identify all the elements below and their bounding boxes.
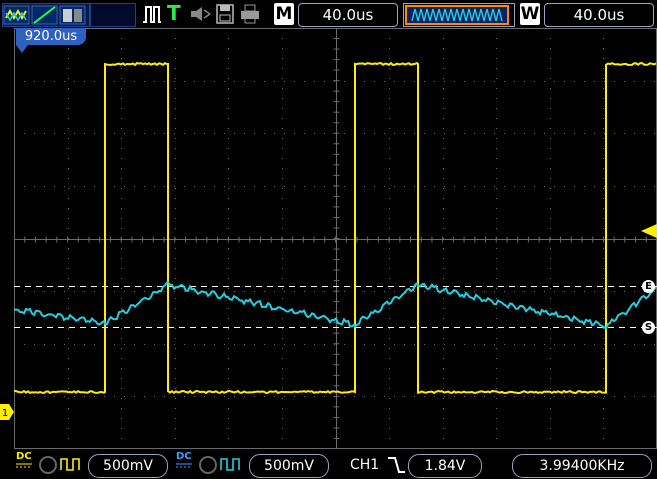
save-icon[interactable]	[216, 4, 234, 24]
ch1-invert-icon[interactable]	[60, 456, 82, 472]
trigger-delay-readout: 920.0us	[16, 28, 86, 45]
horizontal-main-value[interactable]: 40.0us	[298, 3, 398, 27]
trigger-position-pointer-icon	[16, 45, 28, 53]
ch2-coupling-underline-icon	[176, 463, 192, 468]
ch1-marker-label: 1	[2, 408, 8, 419]
trigger-status-label: T	[167, 1, 181, 25]
frequency-counter: 3.99400KHz	[512, 454, 652, 478]
display-mode-icons	[3, 5, 86, 25]
ch2-bandwidth-icon[interactable]	[198, 455, 218, 475]
s-marker[interactable]: S	[642, 321, 655, 334]
menu-blank-box[interactable]	[90, 3, 136, 27]
window-badge: W	[520, 3, 540, 25]
waveform-display[interactable]	[13, 27, 657, 450]
trigger-level-arrow-icon[interactable]	[641, 224, 657, 238]
horizontal-main-badge: M	[274, 3, 294, 25]
ch2-scale[interactable]: 500mV	[249, 454, 329, 478]
ch2-trace	[13, 280, 657, 330]
graticule	[13, 27, 657, 450]
ch2-invert-icon[interactable]	[220, 456, 242, 472]
memory-window-overview[interactable]	[403, 3, 515, 27]
ch1-coupling-underline-icon	[16, 463, 32, 468]
ch1-scale[interactable]: 500mV	[88, 454, 168, 478]
ch1-bandwidth-icon[interactable]	[38, 455, 58, 475]
print-icon[interactable]	[240, 4, 260, 24]
e-marker[interactable]: E	[642, 280, 655, 293]
ch1-coupling-label: DC	[16, 451, 32, 462]
memory-window-icon	[405, 5, 509, 25]
status-bar: T M 40.0us W 40.0us	[0, 0, 657, 28]
speaker-icon[interactable]	[190, 6, 212, 22]
window-value[interactable]: 40.0us	[544, 3, 654, 27]
trigger-level[interactable]: 1.84V	[408, 454, 482, 478]
display-mode-group[interactable]	[2, 3, 90, 27]
trigger-edge-falling-icon[interactable]	[386, 455, 406, 475]
ch1-level-marker-icon[interactable]: 1	[0, 404, 14, 420]
trigger-source[interactable]: CH1	[350, 454, 379, 476]
pulse-run-icon[interactable]	[142, 5, 162, 23]
persistence-icon	[63, 9, 72, 22]
ch2-coupling-label: DC	[176, 451, 192, 462]
